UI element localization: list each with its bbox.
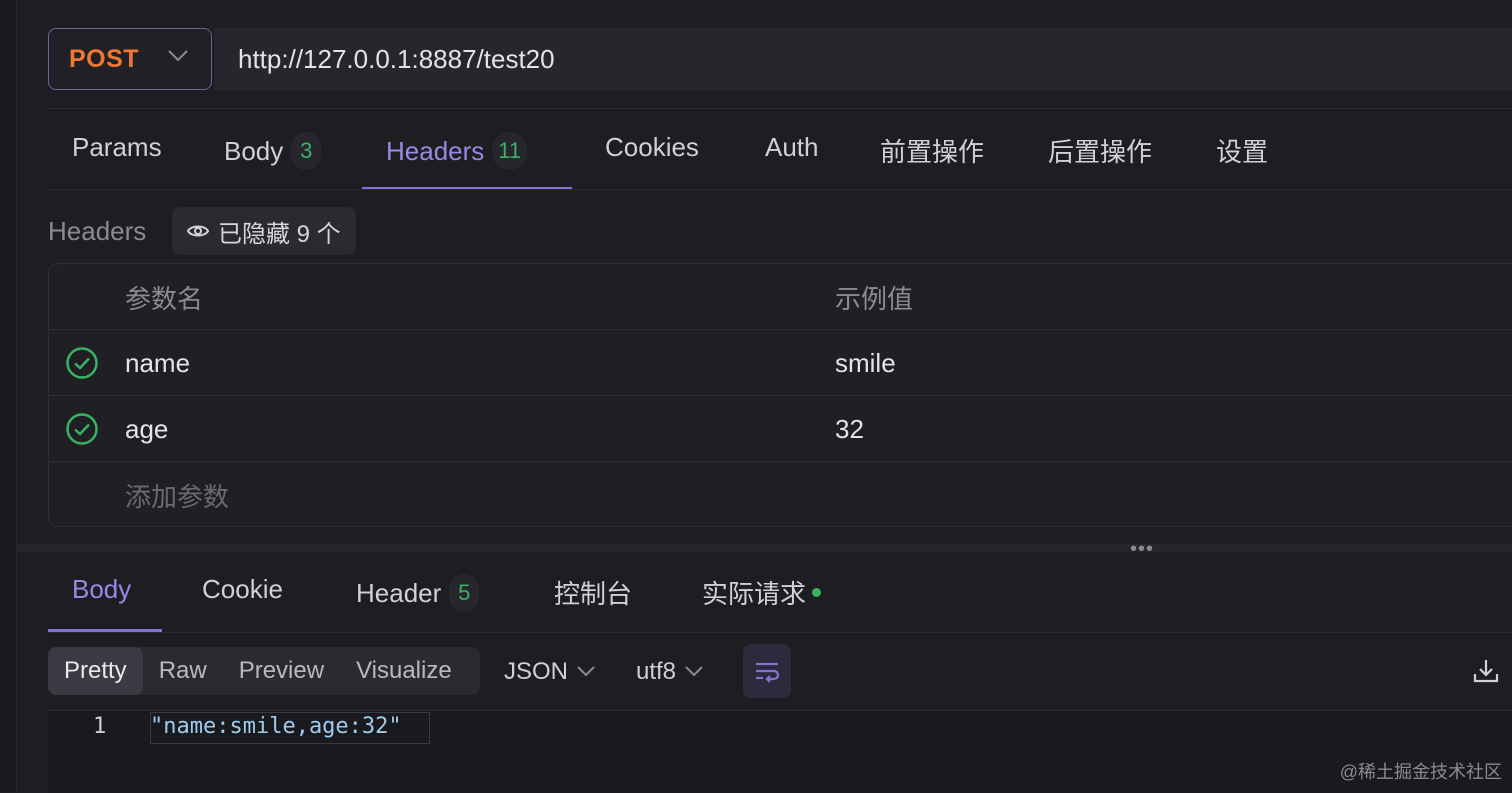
line-number: 1 — [93, 714, 107, 739]
divider — [48, 632, 1512, 633]
divider — [48, 108, 1512, 109]
method-label: POST — [69, 44, 140, 73]
headers-table: 参数名 示例值 name smile age 32 添加参数 — [48, 263, 1512, 527]
response-tab-console[interactable]: 控制台 — [554, 574, 632, 611]
code-line: "name:smile,age:32" — [150, 714, 402, 739]
view-mode-pretty[interactable]: Pretty — [48, 647, 143, 695]
add-param-placeholder: 添加参数 — [125, 481, 230, 512]
tab-body[interactable]: Body 3 — [224, 132, 322, 170]
response-tab-cookie[interactable]: Cookie — [202, 574, 283, 605]
table-row: age 32 — [49, 396, 1512, 462]
hidden-count-label: 已隐藏 9 个 — [218, 220, 341, 248]
param-name-cell[interactable]: name — [125, 330, 190, 396]
column-header: 参数名 — [125, 283, 204, 314]
section-title: Headers — [48, 216, 147, 246]
view-mode-preview[interactable]: Preview — [223, 647, 340, 695]
table-row: name smile — [49, 330, 1512, 396]
check-circle-icon[interactable] — [65, 346, 99, 380]
chevron-down-icon — [168, 50, 188, 62]
tab-params[interactable]: Params — [72, 132, 162, 163]
count-badge: 5 — [449, 574, 480, 612]
word-wrap-button[interactable] — [743, 644, 791, 698]
response-tab-header[interactable]: Header 5 — [356, 574, 480, 612]
response-tab-actual-request[interactable]: 实际请求 — [702, 574, 822, 611]
response-tab-body[interactable]: Body — [72, 574, 131, 605]
column-header: 示例值 — [835, 283, 914, 314]
view-mode-raw[interactable]: Raw — [143, 647, 223, 695]
encoding-select[interactable]: utf8 — [636, 658, 704, 686]
param-name-cell[interactable]: age — [125, 396, 168, 462]
count-badge: 11 — [492, 132, 528, 170]
tab-cookies[interactable]: Cookies — [605, 132, 699, 163]
tab-auth[interactable]: Auth — [765, 132, 819, 163]
divider — [48, 189, 1512, 190]
view-mode-segmented-control: Pretty Raw Preview Visualize — [48, 647, 480, 695]
param-value-cell[interactable]: 32 — [835, 396, 864, 462]
url-input[interactable]: http://127.0.0.1:8887/test20 — [214, 28, 1512, 90]
left-sidebar-edge — [0, 0, 17, 792]
table-header-row: 参数名 示例值 — [49, 264, 1512, 330]
download-icon[interactable] — [1472, 657, 1500, 685]
check-circle-icon[interactable] — [65, 412, 99, 446]
count-badge: 3 — [291, 132, 322, 170]
hidden-headers-toggle[interactable]: 已隐藏 9 个 — [172, 207, 356, 255]
tab-settings[interactable]: 设置 — [1216, 132, 1268, 169]
panel-resizer[interactable] — [16, 544, 1512, 552]
view-mode-visualize[interactable]: Visualize — [340, 647, 468, 695]
tab-pre-request[interactable]: 前置操作 — [880, 132, 984, 169]
url-text: http://127.0.0.1:8887/test20 — [238, 43, 555, 74]
status-dot — [812, 588, 822, 597]
tab-headers[interactable]: Headers 11 — [386, 132, 528, 170]
watermark: @稀土掘金技术社区 — [1339, 762, 1502, 782]
drag-handle-icon[interactable]: ••• — [1130, 538, 1154, 561]
format-select[interactable]: JSON — [504, 658, 596, 686]
add-param-row[interactable]: 添加参数 — [49, 462, 1512, 528]
chevron-down-icon — [577, 666, 595, 677]
chevron-down-icon — [685, 666, 703, 677]
text-wrap-icon — [756, 662, 780, 683]
param-value-cell[interactable]: smile — [835, 330, 896, 396]
tab-post-request[interactable]: 后置操作 — [1048, 132, 1152, 169]
eye-icon — [186, 225, 210, 237]
